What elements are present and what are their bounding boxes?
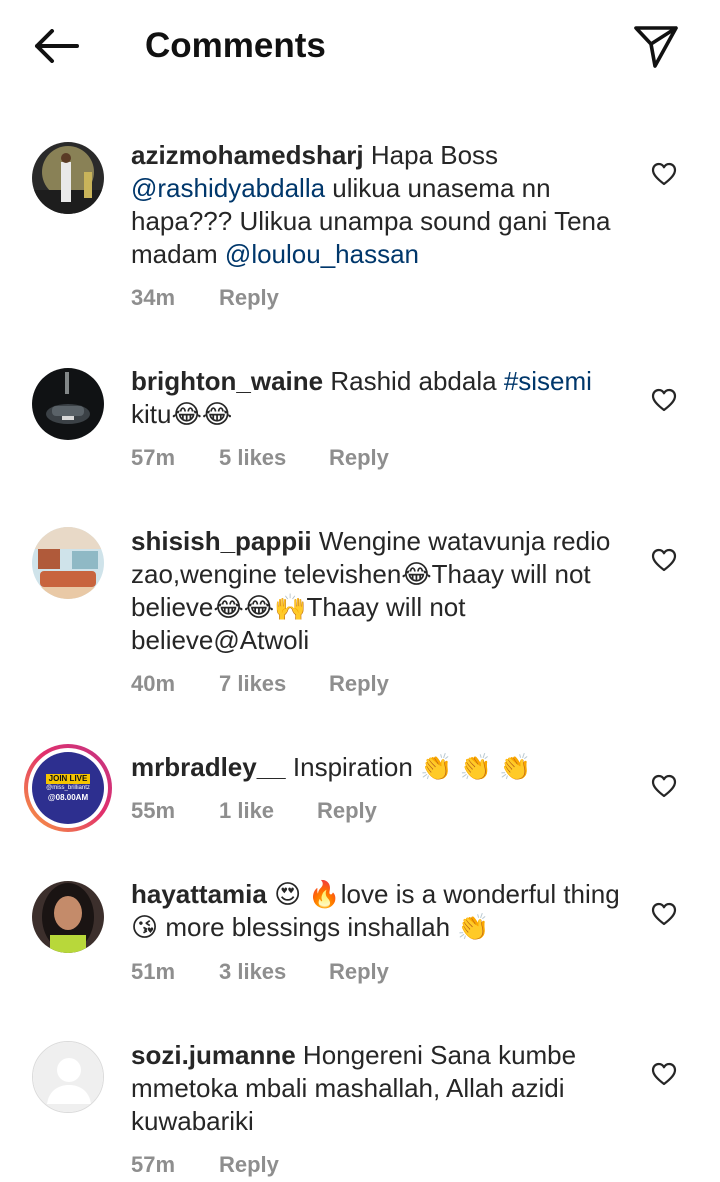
comment-text: mrbradley__ Inspiration 👏 👏 👏 [131, 751, 631, 784]
comment-meta: 57m 5 likes Reply [131, 444, 389, 472]
share-button[interactable] [628, 20, 684, 72]
like-button[interactable] [648, 898, 680, 930]
like-button[interactable] [648, 384, 680, 416]
avatar-text: @08.00AM [47, 792, 89, 802]
mention-link[interactable]: @rashidyabdalla [131, 173, 325, 203]
avatar[interactable] [32, 368, 104, 440]
reply-button[interactable]: Reply [329, 444, 389, 472]
comment-text: shisish_pappii Wengine watavunja redio z… [131, 525, 631, 657]
comment-body-text: kitu😂😂 [131, 399, 233, 429]
like-count[interactable]: 5 likes [219, 444, 329, 472]
avatar[interactable] [32, 142, 104, 214]
like-button[interactable] [648, 158, 680, 190]
avatar: JOIN LIVE @miss_brilliantz @08.00AM [32, 752, 104, 824]
comment-time: 40m [131, 671, 176, 696]
page-title: Comments [145, 26, 326, 65]
comment-text: azizmohamedsharj Hapa Boss @rashidyabdal… [131, 139, 631, 271]
comment-meta: 40m 7 likes Reply [131, 670, 389, 698]
paper-plane-icon [634, 26, 678, 68]
avatar[interactable] [32, 527, 104, 599]
avatar-text: @miss_brilliantz [46, 784, 90, 791]
avatar-text: JOIN LIVE [45, 773, 91, 784]
default-avatar-icon [33, 1042, 103, 1112]
top-bar: Comments [0, 0, 720, 92]
reply-button[interactable]: Reply [219, 284, 279, 312]
like-count[interactable]: 1 like [219, 797, 317, 825]
mention-link[interactable]: @loulou_hassan [225, 239, 419, 269]
comment-time: 55m [131, 798, 176, 823]
mention-link[interactable]: #sisemi [504, 366, 592, 396]
comment-text: brighton_waine Rashid abdala #sisemi kit… [131, 365, 631, 431]
comment-username[interactable]: brighton_waine [131, 366, 323, 396]
comment-text: hayattamia 😍 🔥love is a wonderful thing … [131, 878, 631, 944]
comment-username[interactable]: sozi.jumanne [131, 1040, 296, 1070]
comment-time: 57m [131, 445, 176, 470]
arrow-left-icon [35, 29, 79, 63]
comment-time: 51m [131, 959, 176, 984]
heart-outline-icon [651, 1062, 677, 1086]
heart-outline-icon [651, 774, 677, 798]
comment-body-text: Inspiration 👏 👏 👏 [285, 752, 532, 782]
comment-username[interactable]: shisish_pappii [131, 526, 312, 556]
comment-time: 34m [131, 285, 176, 310]
like-button[interactable] [648, 1058, 680, 1090]
back-button[interactable] [28, 22, 84, 70]
comment-meta: 51m 3 likes Reply [131, 958, 389, 986]
comment-body-text: Hapa Boss [363, 140, 499, 170]
like-button[interactable] [648, 770, 680, 802]
reply-button[interactable]: Reply [317, 797, 377, 825]
reply-button[interactable]: Reply [219, 1151, 279, 1179]
heart-outline-icon [651, 548, 677, 572]
heart-outline-icon [651, 902, 677, 926]
heart-outline-icon [651, 388, 677, 412]
avatar[interactable] [32, 1041, 104, 1113]
comment-meta: 57m Reply [131, 1151, 279, 1179]
like-count[interactable]: 7 likes [219, 670, 329, 698]
reply-button[interactable]: Reply [329, 958, 389, 986]
reply-button[interactable]: Reply [329, 670, 389, 698]
comment-time: 57m [131, 1152, 176, 1177]
comment-username[interactable]: hayattamia [131, 879, 267, 909]
heart-outline-icon [651, 162, 677, 186]
like-count[interactable]: 3 likes [219, 958, 329, 986]
comment-text: sozi.jumanne Hongereni Sana kumbe mmetok… [131, 1039, 631, 1138]
comment-meta: 55m 1 like Reply [131, 797, 377, 825]
story-ring[interactable]: JOIN LIVE @miss_brilliantz @08.00AM [24, 744, 112, 832]
comment-meta: 34m Reply [131, 284, 279, 312]
comment-body-text: Rashid abdala [323, 366, 504, 396]
avatar[interactable] [32, 881, 104, 953]
like-button[interactable] [648, 544, 680, 576]
comment-username[interactable]: mrbradley__ [131, 752, 286, 782]
comment-username[interactable]: azizmohamedsharj [131, 140, 364, 170]
